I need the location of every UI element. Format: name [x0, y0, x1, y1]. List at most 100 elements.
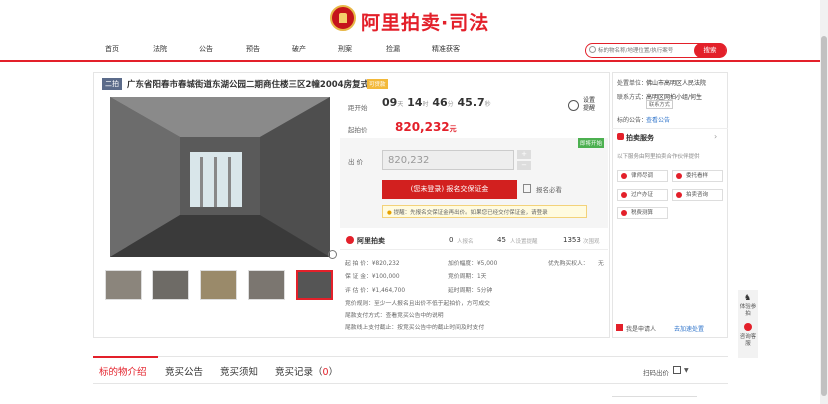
must-read-link[interactable]: 报名必看 — [536, 184, 562, 194]
thumbnail-2[interactable] — [152, 270, 189, 300]
thumbnail-1[interactable] — [105, 270, 142, 300]
detail-priority-label: 优先购买权人： — [548, 261, 589, 267]
service-transfer[interactable]: 过户办证 — [617, 189, 668, 201]
property-main-image[interactable] — [110, 97, 330, 257]
increase-bid-button[interactable]: + — [517, 150, 531, 159]
upcoming-badge: 即将开始 — [578, 138, 605, 148]
accelerate-link[interactable]: 去加速处置 — [674, 324, 704, 333]
transfer-icon — [621, 192, 627, 198]
bulb-icon: ● — [387, 210, 392, 216]
tax-icon — [621, 210, 627, 216]
detail-start-price: 起 拍 价：¥820,232 — [345, 261, 400, 267]
rule-bidding: 竞价规则：至少一人报名且出价不低于起拍价，方可成交 — [345, 301, 490, 307]
nav-notice[interactable]: 公告 — [199, 44, 213, 54]
rule-deadline: 尾款线上支付截止：按竞买公告中的截止时间及时支付 — [345, 325, 485, 331]
ali-auction-logo-icon — [346, 236, 354, 244]
brand-logo[interactable]: 阿里拍卖·司法 — [330, 5, 500, 34]
search-icon — [589, 46, 596, 53]
zoom-icon[interactable] — [328, 250, 337, 259]
applicant-text: 我是申请人 — [626, 326, 657, 333]
start-price-label: 起拍价 — [348, 126, 368, 134]
contact-label: 联系方式： — [617, 94, 648, 101]
tab-intro[interactable]: 标的物介绍 — [99, 364, 147, 378]
customer-service-button[interactable]: 咨询客服 — [738, 334, 758, 348]
thumbnail-3[interactable] — [200, 270, 237, 300]
bid-label: 出 价 — [348, 158, 364, 166]
unit-label: 处置单位： — [617, 80, 648, 87]
rule-payment: 尾款支付方式：查看竞买公告中的说明 — [345, 313, 444, 319]
status-tag: 二拍 — [102, 78, 122, 90]
viewing-icon — [676, 173, 682, 179]
nav-preview[interactable]: 预告 — [246, 44, 260, 54]
reminder-label: 人设置提醒 — [510, 239, 538, 245]
nav-criminal[interactable]: 刑案 — [338, 44, 352, 54]
experience-button[interactable]: 体验参拍 — [738, 304, 758, 318]
nav-home[interactable]: 首页 — [105, 44, 119, 54]
scrollbar-thumb[interactable] — [821, 36, 827, 396]
service-subtitle: 以下服务由阿里拍卖合作伙伴提供 — [617, 154, 700, 160]
unit-name: 佛山市高明区人民法院 — [646, 80, 707, 87]
loan-badge: 可贷款 — [367, 79, 388, 89]
search-box: 搜索 — [585, 43, 727, 58]
tab-notice[interactable]: 竞买须知 — [220, 364, 258, 378]
login-tip: ● 提醒：先报名交保证金再出价。如果您已经交付保证金，请登录 — [382, 205, 587, 218]
remind-label: 设置提醒 — [583, 97, 596, 112]
active-tab-indicator — [93, 356, 158, 358]
document-icon — [523, 184, 531, 193]
nav-court[interactable]: 法院 — [153, 44, 167, 54]
service-consult[interactable]: 拍卖咨询 — [672, 189, 723, 201]
qr-preview — [612, 396, 697, 404]
bid-input[interactable] — [382, 150, 514, 170]
service-lawyer[interactable]: 律师尽调 — [617, 170, 668, 182]
customer-service-icon — [744, 323, 752, 331]
service-title: 拍卖服务 — [626, 134, 654, 142]
tab-records[interactable]: 竞买记录（0） — [275, 364, 338, 378]
service-tax[interactable]: 税费测算 — [617, 207, 668, 219]
start-price: 820,232元 — [395, 120, 457, 134]
contact-button[interactable]: 联系方式 — [646, 100, 673, 109]
alarm-clock-icon — [568, 100, 579, 111]
detail-appraise: 评 估 价：¥1,464,700 — [345, 288, 406, 294]
consult-icon — [676, 192, 682, 198]
lawyer-icon — [621, 173, 627, 179]
brand-title: 阿里拍卖·司法 — [361, 12, 490, 34]
ali-auction-logo-text: 阿里拍卖 — [357, 237, 385, 245]
service-header[interactable]: 拍卖服务 › — [612, 128, 728, 143]
qr-bid-label[interactable]: 扫码出价 — [643, 367, 669, 377]
notice-label: 标的公告： — [617, 117, 648, 124]
search-input[interactable] — [598, 45, 684, 56]
countdown-label: 距开始 — [348, 104, 368, 112]
chevron-right-icon: › — [714, 132, 718, 141]
nav-customer[interactable]: 精准获客 — [432, 44, 460, 54]
detail-priority-value: 无 — [598, 261, 604, 267]
remind-button[interactable]: 设置提醒 — [568, 97, 598, 117]
applicant-icon — [616, 324, 623, 331]
reminder-count: 45 — [497, 236, 506, 244]
court-emblem-icon — [330, 5, 356, 31]
service-icon — [617, 133, 624, 140]
thumbnail-5[interactable] — [296, 270, 333, 300]
decrease-bid-button[interactable]: − — [517, 161, 531, 170]
registered-label: 人报名 — [457, 239, 474, 245]
thumbnail-4[interactable] — [248, 270, 285, 300]
nav-bankruptcy[interactable]: 破产 — [292, 44, 306, 54]
view-label: 次围观 — [583, 239, 600, 245]
tip-text[interactable]: 提醒：先报名交保证金再出价。如果您已经交付保证金，请登录 — [394, 210, 548, 216]
register-deposit-button[interactable]: (您未登录) 报名交保证金 — [382, 180, 517, 199]
detail-increment: 加价幅度：¥5,000 — [448, 261, 498, 267]
hammer-icon: ♞ — [744, 293, 752, 302]
tab-announcement[interactable]: 竞买公告 — [165, 364, 203, 378]
detail-delay: 延时周期：5分钟 — [448, 288, 493, 294]
view-count: 1353 — [563, 236, 581, 244]
notice-link[interactable]: 查看公告 — [646, 115, 670, 124]
detail-deposit: 保 证 金：¥100,000 — [345, 274, 400, 280]
floating-widget: ♞ 体验参拍 咨询客服 — [738, 290, 758, 358]
page-title: 广东省阳春市春城街道东湖公园二期商住楼三区2幢2004房复式 — [127, 80, 370, 90]
caret-down-icon: ▼ — [684, 367, 689, 374]
search-button[interactable]: 搜索 — [694, 43, 726, 58]
nav-bargain[interactable]: 捡漏 — [386, 44, 400, 54]
side-panel — [612, 72, 728, 338]
service-viewing[interactable]: 委托看样 — [672, 170, 723, 182]
countdown-timer: 09天 14时 46分 45.7秒 — [382, 96, 491, 109]
qr-code-icon[interactable] — [673, 366, 681, 374]
